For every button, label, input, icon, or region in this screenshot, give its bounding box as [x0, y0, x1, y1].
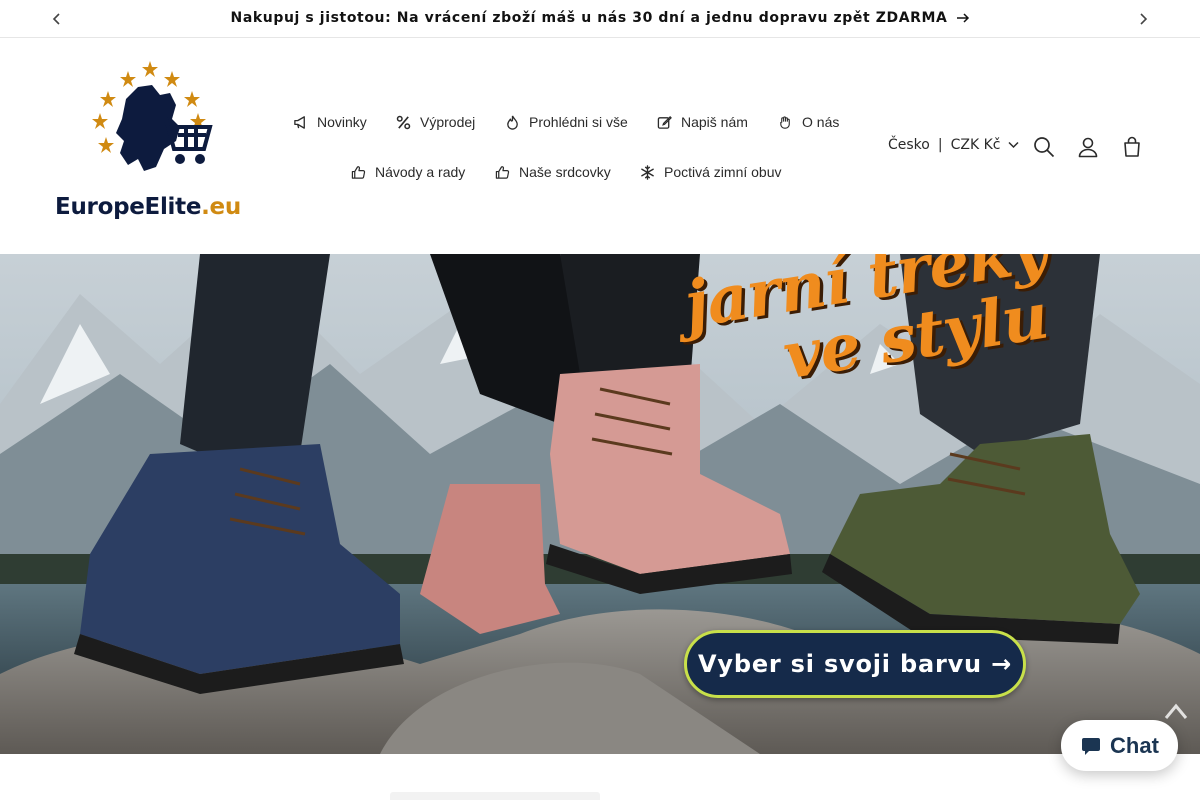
nav-label: Návody a rady — [375, 164, 466, 180]
nav-item-srdcovky[interactable]: Naše srdcovky — [495, 164, 611, 180]
site-header: EuropeElite.eu Novinky Výprodej Prohlédn… — [0, 39, 1200, 254]
search-icon — [1034, 137, 1055, 158]
edit-icon — [657, 115, 672, 129]
announcement-message[interactable]: Nakupuj s jistotou: Na vrácení zboží máš… — [0, 10, 1200, 26]
section-heading-placeholder — [390, 792, 600, 800]
logo-text-tld: .eu — [201, 194, 241, 220]
nav-label: Poctivá zimní obuv — [664, 164, 782, 180]
nav-item-zimni-obuv[interactable]: Poctivá zimní obuv — [640, 164, 782, 180]
hero-cta-button[interactable]: Vyber si svoji barvu → — [684, 630, 1026, 698]
announcement-next-button[interactable] — [1132, 8, 1154, 30]
nav-item-o-nas[interactable]: O nás — [778, 114, 839, 130]
nav-label: Novinky — [317, 114, 367, 130]
percent-icon — [396, 115, 411, 129]
cart-icon — [1124, 136, 1140, 157]
nav-label: Prohlédni si vše — [529, 114, 628, 130]
locale-currency: CZK Kč — [950, 137, 1001, 153]
nav-item-navody[interactable]: Návody a rady — [351, 164, 465, 180]
site-logo[interactable]: EuropeElite.eu — [48, 49, 248, 245]
flame-icon — [507, 115, 518, 130]
nav-item-prohledni[interactable]: Prohlédni si vše — [505, 114, 628, 130]
nav-label: Výprodej — [420, 114, 476, 130]
chevron-right-icon — [1140, 13, 1148, 25]
logo-text: EuropeElite.eu — [48, 194, 248, 220]
scroll-up-icon[interactable] — [1162, 698, 1190, 726]
hand-icon — [780, 115, 790, 129]
announcement-bar: Nakupuj s jistotou: Na vrácení zboží máš… — [0, 0, 1200, 38]
announcement-text: Nakupuj s jistotou: Na vrácení zboží máš… — [230, 10, 948, 26]
europe-cart-logo-graphic — [92, 61, 213, 171]
cart-button[interactable] — [1120, 135, 1144, 159]
arrow-right-icon — [956, 13, 969, 23]
snowflake-icon — [641, 164, 654, 180]
locale-separator: | — [937, 137, 943, 153]
megaphone-icon — [294, 115, 305, 129]
nav-label: O nás — [802, 114, 840, 130]
logo-text-main: EuropeElite — [55, 194, 202, 220]
chat-button[interactable]: Chat — [1061, 720, 1178, 771]
thumbs-up-icon — [495, 165, 510, 179]
search-button[interactable] — [1032, 135, 1056, 159]
nav-label: Napiš nám — [681, 114, 748, 130]
nav-item-napis-nam[interactable]: Napiš nám — [657, 114, 748, 130]
nav-label: Naše srdcovky — [519, 164, 611, 180]
country-currency-selector[interactable]: Česko | CZK Kč — [888, 137, 1019, 153]
nav-item-vyprodej[interactable]: Výprodej — [396, 114, 475, 130]
account-icon — [1078, 137, 1098, 158]
chevron-down-icon — [1008, 141, 1019, 149]
account-button[interactable] — [1076, 135, 1100, 159]
thumbs-up-icon — [351, 165, 366, 179]
chat-bubble-icon — [1082, 737, 1101, 755]
nav-item-novinky[interactable]: Novinky — [293, 114, 367, 130]
locale-country: Česko — [888, 137, 930, 153]
hero-banner[interactable]: jarní treky ve stylu Vyber si svoji barv… — [0, 254, 1200, 754]
chat-label: Chat — [1110, 732, 1159, 758]
announcement-link[interactable]: Nakupuj s jistotou: Na vrácení zboží máš… — [231, 10, 970, 26]
